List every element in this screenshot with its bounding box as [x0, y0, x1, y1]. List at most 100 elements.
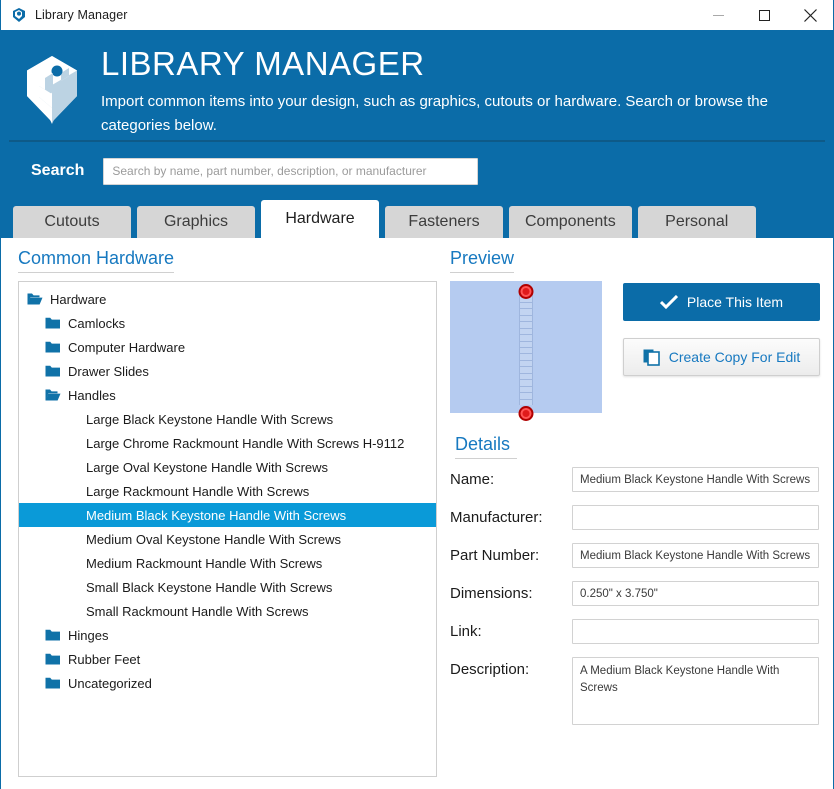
details-heading: Details — [455, 434, 517, 459]
tree-item-label: Uncategorized — [68, 675, 152, 691]
tree-item[interactable]: Large Oval Keystone Handle With Screws — [19, 455, 436, 479]
maximize-button[interactable] — [741, 0, 787, 30]
detail-pane: Preview Place This Item Create Copy For … — [437, 248, 821, 789]
tree-item[interactable]: Medium Rackmount Handle With Screws — [19, 551, 436, 575]
description-field[interactable] — [572, 657, 819, 725]
tree-folder[interactable]: Drawer Slides — [19, 359, 436, 383]
tree-folder[interactable]: Handles — [19, 383, 436, 407]
preview-canvas — [450, 281, 602, 421]
tree-heading: Common Hardware — [18, 248, 175, 273]
library-tree[interactable]: Hardware Camlocks Computer Hardware Drawer … — [18, 281, 437, 777]
tree-item-label: Hardware — [50, 291, 107, 307]
field-label: Part Number: — [450, 547, 540, 564]
tree-item-label: Computer Hardware — [68, 339, 186, 355]
tree-item[interactable]: Small Black Keystone Handle With Screws — [19, 575, 436, 599]
tree-item[interactable]: Medium Black Keystone Handle With Screws — [19, 503, 436, 527]
tree-item-label: Large Rackmount Handle With Screws — [86, 483, 310, 499]
tree-item[interactable]: Large Chrome Rackmount Handle With Screw… — [19, 431, 436, 455]
app-logo-icon — [11, 7, 27, 23]
handle-rung — [520, 379, 532, 381]
minimize-button[interactable] — [695, 0, 741, 30]
handle-rung — [520, 353, 532, 355]
handle-rung — [520, 334, 532, 336]
handle-rung — [520, 398, 532, 400]
tree-item-label: Camlocks — [68, 315, 126, 331]
tree-folder[interactable]: Computer Hardware — [19, 335, 436, 359]
field-label: Description: — [450, 661, 530, 678]
preview-area: Place This Item Create Copy For Edit — [450, 281, 821, 421]
tab-label: Components — [525, 213, 616, 230]
handle-rung — [520, 366, 532, 368]
folder-closed-icon — [45, 628, 61, 642]
tab-label: Cutouts — [44, 213, 100, 230]
tab-graphics[interactable]: Graphics — [137, 206, 255, 238]
tree-item-label: Large Black Keystone Handle With Screws — [86, 411, 334, 427]
close-icon[interactable] — [787, 0, 833, 30]
action-buttons: Place This Item Create Copy For Edit — [602, 281, 821, 413]
tab-label: Personal — [665, 213, 729, 230]
tree-item-label: Hinges — [68, 627, 109, 643]
tree-folder[interactable]: Rubber Feet — [19, 647, 436, 671]
handle-rung — [520, 359, 532, 361]
library-tree-pane: Common Hardware Hardware Camlocks Computer… — [13, 248, 437, 789]
tab-fasteners[interactable]: Fasteners — [385, 206, 503, 238]
folder-open-icon — [45, 388, 61, 402]
main-content: Common Hardware Hardware Camlocks Computer… — [1, 238, 833, 789]
header-banner: LIBRARY MANAGER Import common items into… — [1, 30, 833, 142]
tree-item-label: Medium Black Keystone Handle With Screws — [86, 507, 347, 523]
handle-rung — [520, 392, 532, 394]
manufacturer-field[interactable] — [572, 505, 819, 530]
form-row: Manufacturer: — [450, 505, 821, 530]
tree-item-label: Drawer Slides — [68, 363, 149, 379]
tree-folder[interactable]: Hinges — [19, 623, 436, 647]
tree-item[interactable]: Small Rackmount Handle With Screws — [19, 599, 436, 623]
window-controls — [695, 0, 833, 30]
screw-hole-bottom-icon — [518, 406, 534, 421]
tab-label: Graphics — [163, 213, 229, 230]
tab-hardware[interactable]: Hardware — [261, 200, 379, 238]
folder-closed-icon — [45, 316, 61, 330]
place-this-item-button[interactable]: Place This Item — [623, 283, 820, 321]
part-number-field[interactable] — [572, 543, 819, 568]
form-row: Description: — [450, 657, 821, 725]
folder-closed-icon — [45, 676, 61, 690]
field-label: Manufacturer: — [450, 509, 543, 526]
category-tabs: Cutouts Graphics Hardware Fasteners Componen… — [1, 200, 833, 238]
search-input[interactable] — [103, 157, 479, 185]
tab-cutouts[interactable]: Cutouts — [13, 206, 131, 238]
tree-item-label: Medium Oval Keystone Handle With Screws — [86, 531, 342, 547]
search-label: Search — [31, 162, 85, 179]
title-bar: Library Manager — [1, 0, 833, 30]
link-field[interactable] — [572, 619, 819, 644]
tree-item[interactable]: Medium Oval Keystone Handle With Screws — [19, 527, 436, 551]
tree-folder[interactable]: Hardware — [19, 287, 436, 311]
handle-rung — [520, 347, 532, 348]
preview-heading: Preview — [450, 248, 515, 273]
isometric-p-logo-icon — [17, 42, 87, 134]
folder-closed-icon — [45, 652, 61, 666]
create-copy-for-edit-button[interactable]: Create Copy For Edit — [623, 338, 820, 376]
window-title: Library Manager — [35, 7, 128, 22]
tree-item-label: Small Rackmount Handle With Screws — [86, 603, 309, 619]
field-label: Dimensions: — [450, 585, 533, 602]
form-row: Dimensions: — [450, 581, 821, 606]
handle-rung — [520, 301, 532, 303]
form-row: Link: — [450, 619, 821, 644]
tree-folder[interactable]: Uncategorized — [19, 671, 436, 695]
header-divider — [9, 140, 825, 142]
page-title: LIBRARY MANAGER — [101, 45, 425, 82]
tree-item-label: Large Oval Keystone Handle With Screws — [86, 459, 329, 475]
tree-item[interactable]: Large Black Keystone Handle With Screws — [19, 407, 436, 431]
check-icon — [659, 295, 678, 309]
tree-item[interactable]: Large Rackmount Handle With Screws — [19, 479, 436, 503]
tree-folder[interactable]: Camlocks — [19, 311, 436, 335]
tab-components[interactable]: Components — [509, 206, 632, 238]
tree-item-label: Rubber Feet — [68, 651, 141, 667]
handle-rung — [520, 372, 532, 374]
tab-personal[interactable]: Personal — [637, 206, 756, 238]
handle-rung — [520, 327, 532, 329]
dimensions-field[interactable] — [572, 581, 819, 606]
folder-closed-icon — [45, 340, 61, 354]
form-row: Part Number: — [450, 543, 821, 568]
name-field[interactable] — [572, 467, 819, 492]
